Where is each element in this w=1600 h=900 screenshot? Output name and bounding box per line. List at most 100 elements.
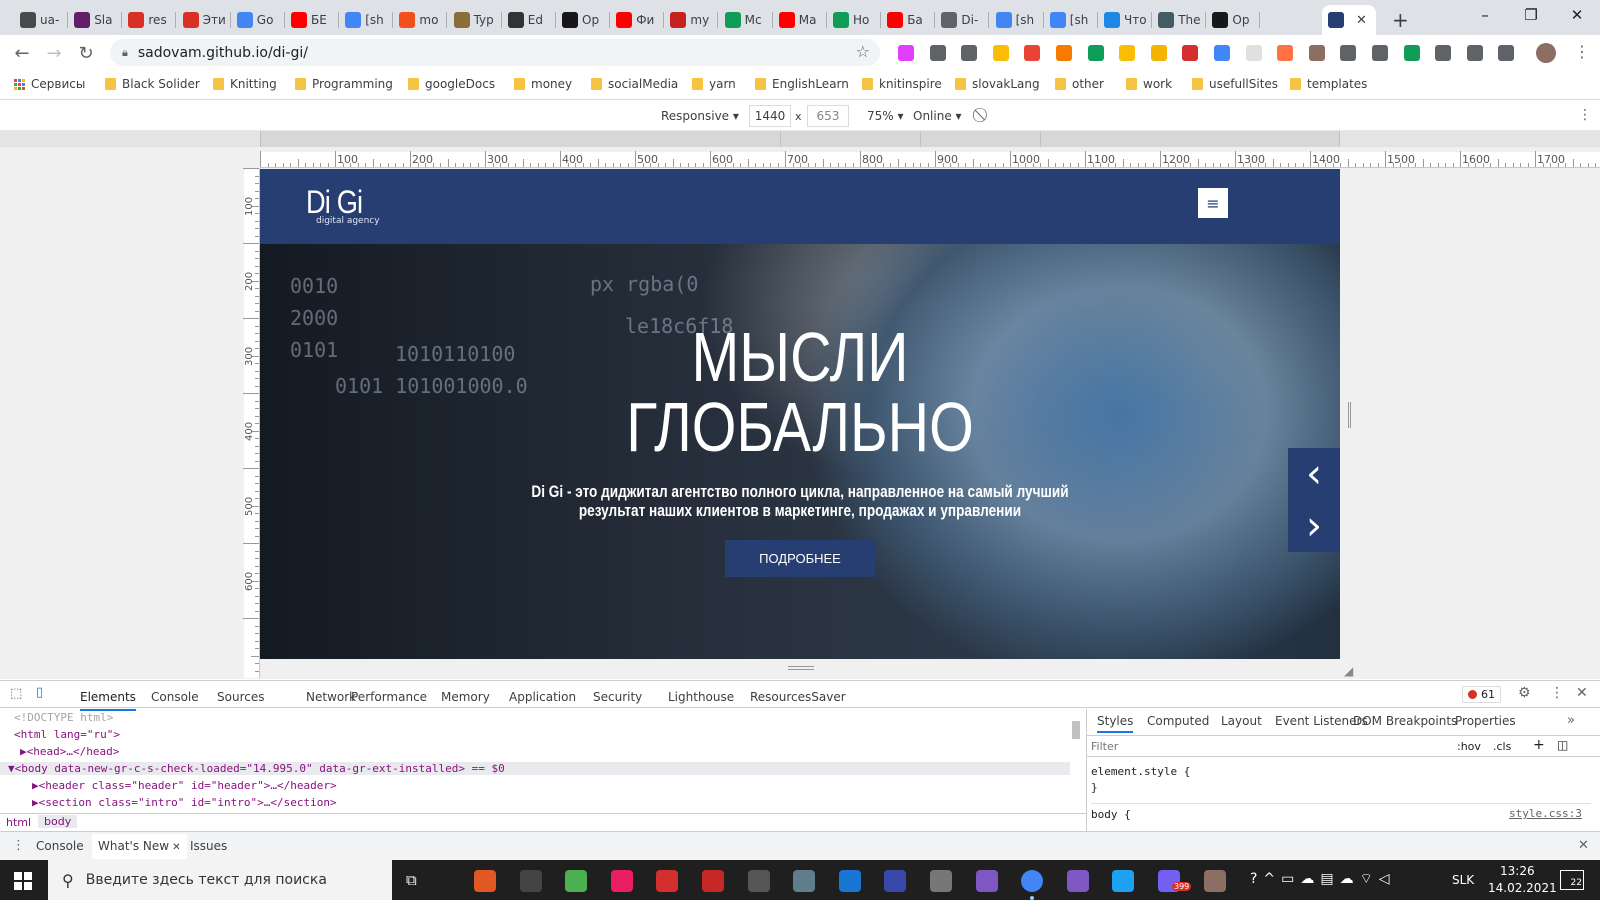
taskbar-app-icon[interactable] bbox=[519, 870, 542, 892]
taskbar-app-icon[interactable] bbox=[1112, 870, 1135, 892]
breadcrumb-html[interactable]: html bbox=[6, 816, 31, 829]
device-mode-select[interactable]: Responsive ▾ bbox=[661, 109, 739, 123]
extension-icon[interactable] bbox=[1403, 45, 1420, 61]
browser-tab[interactable]: my bbox=[664, 5, 719, 35]
taskbar-app-icon[interactable] bbox=[930, 870, 952, 892]
devtools-tab[interactable]: Application bbox=[509, 690, 576, 704]
url-text[interactable]: sadovam.github.io/di-gi/ bbox=[138, 45, 308, 61]
browser-tab[interactable]: ua- bbox=[14, 5, 68, 35]
drawer-tab[interactable]: What's New ✕ bbox=[92, 834, 187, 859]
close-tab-icon[interactable]: ✕ bbox=[1356, 13, 1367, 28]
task-view-icon[interactable]: ⧉ bbox=[406, 871, 417, 889]
device-toggle-icon[interactable]: ▯ bbox=[36, 685, 43, 700]
hover-state-toggle[interactable]: :hov bbox=[1457, 740, 1481, 753]
reload-icon[interactable]: ↻ bbox=[74, 41, 98, 65]
bookmark-folder[interactable]: other bbox=[1055, 77, 1104, 91]
clock-time[interactable]: 13:26 bbox=[1500, 864, 1535, 878]
dom-scrollbar[interactable] bbox=[1072, 721, 1080, 739]
network-throttle-select[interactable]: Online ▾ bbox=[913, 109, 962, 123]
extension-icon[interactable] bbox=[1277, 45, 1294, 61]
taskbar-app-icon[interactable] bbox=[975, 870, 998, 892]
devtools-tab[interactable]: ResourcesSaver bbox=[750, 690, 846, 704]
extension-icon[interactable] bbox=[1308, 45, 1325, 61]
dom-node[interactable]: <html lang="ru"> bbox=[14, 728, 120, 741]
taskbar-app-icon[interactable] bbox=[565, 870, 588, 892]
browser-tab[interactable]: [sh bbox=[990, 5, 1044, 35]
forward-icon[interactable]: → bbox=[42, 41, 66, 65]
close-window-icon[interactable]: ✕ bbox=[1554, 0, 1600, 30]
browser-tab[interactable]: Что bbox=[1098, 5, 1152, 35]
bookmark-folder[interactable]: Knitting bbox=[213, 77, 277, 91]
stylesheet-link[interactable]: style.css:3 bbox=[1509, 807, 1582, 820]
extension-icon[interactable] bbox=[929, 45, 946, 61]
bookmark-folder[interactable]: templates bbox=[1290, 77, 1367, 91]
taskbar-app-icon[interactable] bbox=[1066, 870, 1089, 892]
bookmark-folder[interactable]: slovakLang bbox=[955, 77, 1040, 91]
devtools-tab[interactable]: Performance bbox=[351, 690, 427, 704]
taskbar-app-icon[interactable] bbox=[474, 870, 496, 892]
extension-icon[interactable] bbox=[1466, 45, 1483, 61]
bookmark-folder[interactable]: yarn bbox=[692, 77, 736, 91]
browser-tab[interactable]: Фи bbox=[610, 5, 665, 35]
browser-tab[interactable]: [sh bbox=[339, 5, 394, 35]
devtools-tab[interactable]: Elements bbox=[80, 690, 136, 711]
taskbar-app-icon[interactable] bbox=[656, 870, 679, 892]
browser-tab[interactable]: Go bbox=[231, 5, 285, 35]
dom-node[interactable]: ▼<body data-new-gr-c-s-check-loaded="14.… bbox=[0, 762, 1070, 775]
extension-icon[interactable] bbox=[1150, 45, 1167, 61]
extension-icon[interactable] bbox=[1372, 45, 1388, 61]
taskbar-search-box[interactable]: ⚲ Введите здесь текст для поиска bbox=[48, 860, 392, 900]
close-drawer-icon[interactable]: ✕ bbox=[1578, 838, 1589, 853]
taskbar-app-icon[interactable] bbox=[610, 870, 633, 892]
browser-tab[interactable]: [sh bbox=[1044, 5, 1098, 35]
extension-icon[interactable] bbox=[1056, 45, 1072, 61]
new-rule-icon[interactable]: + bbox=[1533, 737, 1545, 753]
extension-icon[interactable] bbox=[1340, 45, 1357, 61]
resize-handle-corner[interactable]: ◢ bbox=[1344, 664, 1353, 678]
browser-tab[interactable]: Бa bbox=[881, 5, 936, 35]
extension-icon[interactable] bbox=[961, 45, 978, 61]
browser-tab[interactable]: Ed bbox=[502, 5, 556, 35]
bookmark-folder[interactable]: EnglishLearn bbox=[755, 77, 849, 91]
restore-icon[interactable]: ❐ bbox=[1508, 0, 1554, 30]
styles-tab[interactable]: Styles bbox=[1097, 714, 1134, 733]
drawer-menu-icon[interactable]: ⋮ bbox=[12, 838, 25, 853]
bookmark-star-icon[interactable]: ☆ bbox=[856, 42, 870, 61]
profile-avatar[interactable] bbox=[1536, 43, 1556, 63]
taskbar-app-icon[interactable] bbox=[1021, 870, 1044, 892]
drawer-tab[interactable]: Console bbox=[36, 839, 84, 853]
styles-tab[interactable]: Layout bbox=[1221, 714, 1262, 728]
notifications-button[interactable]: 22 bbox=[1560, 870, 1584, 890]
address-bar[interactable]: 🔒︎ sadovam.github.io/di-gi/ ☆ bbox=[110, 39, 880, 66]
dom-node[interactable]: ▶<header class="header" id="header">…</h… bbox=[32, 779, 337, 792]
toggle-sidebar-icon[interactable]: ◫ bbox=[1557, 738, 1568, 752]
devtools-menu-icon[interactable]: ⋮ bbox=[1550, 685, 1564, 701]
viewport-width-input[interactable]: 1440 bbox=[749, 105, 791, 127]
extension-icon[interactable] bbox=[1087, 45, 1104, 61]
more-button[interactable]: ПОДРОБНЕЕ bbox=[725, 540, 875, 577]
dom-node[interactable]: ▶<head>…</head> bbox=[20, 745, 119, 758]
extension-icon[interactable] bbox=[898, 45, 914, 61]
browser-tab[interactable]: Op bbox=[556, 5, 610, 35]
new-tab-button[interactable]: + bbox=[1388, 5, 1412, 35]
browser-tab[interactable]: Typ bbox=[448, 5, 502, 35]
browser-tab[interactable]: Op bbox=[1206, 5, 1261, 35]
dom-node[interactable]: <!DOCTYPE html> bbox=[14, 711, 113, 724]
styles-filter-input[interactable] bbox=[1091, 739, 1431, 754]
extension-icon[interactable] bbox=[1245, 45, 1262, 61]
slider-prev-button[interactable]: ‹ bbox=[1288, 448, 1340, 500]
browser-tab[interactable]: res bbox=[122, 5, 177, 35]
browser-tab[interactable]: Ho bbox=[827, 5, 881, 35]
dom-node[interactable]: ▶<section class="intro" id="intro">…</se… bbox=[32, 796, 337, 809]
inspect-icon[interactable]: ⬚ bbox=[10, 686, 22, 701]
bookmark-folder[interactable]: googleDocs bbox=[408, 77, 495, 91]
minimize-icon[interactable]: – bbox=[1462, 0, 1508, 30]
apps-button[interactable]: Сервисы bbox=[14, 77, 85, 91]
extension-icon[interactable] bbox=[1435, 45, 1452, 61]
resize-handle-right[interactable] bbox=[1348, 402, 1351, 428]
browser-tab[interactable]: Sla bbox=[68, 5, 123, 35]
devtools-tab[interactable]: Console bbox=[151, 690, 199, 704]
extension-icon[interactable] bbox=[1182, 45, 1199, 61]
taskbar-app-icon[interactable] bbox=[793, 870, 816, 892]
windows-start-icon[interactable] bbox=[14, 872, 32, 890]
